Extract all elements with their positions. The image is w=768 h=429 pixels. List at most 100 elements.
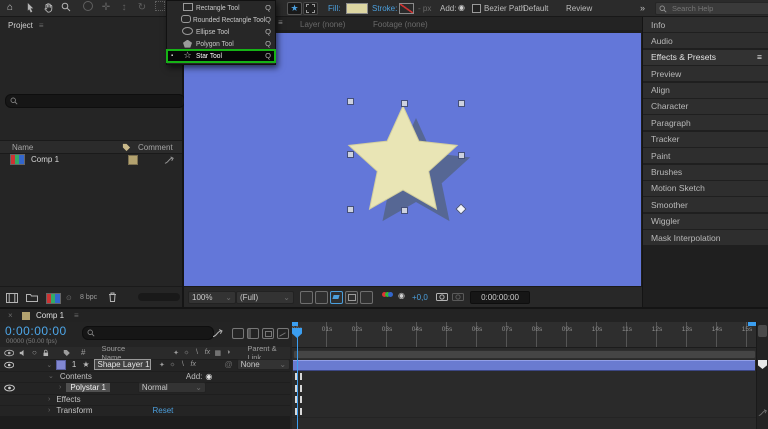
selection-handle-bottom-left[interactable] xyxy=(347,206,354,213)
project-search-box[interactable] xyxy=(5,94,185,108)
panel-tab-audio[interactable]: Audio xyxy=(643,33,768,48)
snapshot-camera-icon[interactable] xyxy=(436,292,448,301)
project-item-comp1[interactable]: Comp 1 xyxy=(0,153,182,166)
panel-tab-smoother[interactable]: Smoother xyxy=(643,197,768,212)
selection-tool-icon[interactable] xyxy=(22,1,38,14)
selection-handle-bottom-mid[interactable] xyxy=(401,207,408,214)
zoom-tool-icon[interactable] xyxy=(58,1,74,14)
keyframe-out-marker[interactable] xyxy=(300,385,302,392)
orbit-camera-tool-icon[interactable] xyxy=(80,1,96,14)
stroke-label[interactable]: Stroke: xyxy=(372,4,397,13)
add-menu-icon[interactable]: ◉ xyxy=(458,3,465,12)
label-column-icon[interactable] xyxy=(122,143,131,152)
frame-blending-toggle[interactable] xyxy=(262,328,274,339)
new-composition-icon[interactable] xyxy=(46,293,61,304)
tab-footage-none[interactable]: Footage (none) xyxy=(373,20,428,29)
layer-fx-switch[interactable]: fx xyxy=(188,361,198,368)
tool-creates-shape-toggle[interactable]: ★ xyxy=(287,2,302,15)
pan-camera-tool-icon[interactable]: ✛ xyxy=(98,1,114,14)
hand-tool-icon[interactable] xyxy=(40,1,56,14)
stroke-color-swatch[interactable] xyxy=(399,3,414,14)
dolly-camera-tool-icon[interactable]: ↕ xyxy=(116,1,132,14)
selection-handle-top-left[interactable] xyxy=(347,98,354,105)
label-color-chip[interactable] xyxy=(128,155,138,165)
panel-tab-info[interactable]: Info xyxy=(643,17,768,32)
selection-handle-mid-left[interactable] xyxy=(347,151,354,158)
zoom-fit-icon[interactable] xyxy=(758,408,768,417)
work-area-start-marker[interactable] xyxy=(292,322,298,326)
show-snapshot-icon[interactable] xyxy=(452,292,464,301)
project-scrollbar[interactable] xyxy=(138,293,180,301)
shy-layers-toggle[interactable] xyxy=(247,328,259,339)
viewer-panel-menu-icon[interactable]: ≡ xyxy=(278,18,283,27)
panel-menu-icon[interactable]: ≡ xyxy=(757,52,762,62)
polystar-expander-icon[interactable]: › xyxy=(59,384,61,391)
timeline-search-input[interactable] xyxy=(95,325,199,342)
timeline-search-box[interactable] xyxy=(82,326,214,340)
timeline-panel-menu-icon[interactable]: ≡ xyxy=(74,311,79,320)
polystar-visibility-eye-icon[interactable] xyxy=(4,384,15,392)
keyframe-out-marker[interactable] xyxy=(300,373,302,380)
magnification-dropdown[interactable]: 100%⌄ xyxy=(188,291,236,304)
contents-expander-icon[interactable]: ⌄ xyxy=(48,372,54,380)
color-depth-icon[interactable]: ⊙ xyxy=(66,294,72,302)
polystar-label[interactable]: Polystar 1 xyxy=(66,383,110,392)
time-ruler[interactable]: 00s 01s 02s 03s 04s 05s 06s 07s 08s 09s … xyxy=(292,322,756,348)
color-depth-label[interactable]: 8 bpc xyxy=(80,294,97,301)
column-name[interactable]: Name xyxy=(12,143,33,152)
graph-editor-toggle[interactable] xyxy=(277,328,289,339)
keyframe-out-marker[interactable] xyxy=(300,408,302,415)
home-icon[interactable]: ⌂ xyxy=(2,1,18,14)
workspace-overflow-icon[interactable]: » xyxy=(640,3,645,13)
selection-handle-top-mid[interactable] xyxy=(401,100,408,107)
effects-expander-icon[interactable]: › xyxy=(48,396,50,403)
panel-tab-wiggler[interactable]: Wiggler xyxy=(643,214,768,229)
layer-duration-bar[interactable] xyxy=(293,360,755,371)
transform-label[interactable]: Transform xyxy=(56,406,92,415)
flowchart-icon[interactable] xyxy=(164,155,175,165)
panel-tab-paragraph[interactable]: Paragraph xyxy=(643,115,768,130)
region-of-interest-toggle[interactable] xyxy=(345,291,358,304)
new-folder-icon[interactable] xyxy=(26,293,38,302)
panel-tab-character[interactable]: Character xyxy=(643,99,768,114)
selection-handle-mid-right[interactable] xyxy=(458,152,465,159)
comp-marker-bin-button[interactable] xyxy=(758,325,767,337)
draft-3d-toggle[interactable] xyxy=(232,328,244,339)
transform-reset-link[interactable]: Reset xyxy=(153,406,174,415)
layer-shy-switch[interactable]: ✦ xyxy=(157,361,167,369)
selection-handle-top-right[interactable] xyxy=(458,100,465,107)
panel-tab-paint[interactable]: Paint xyxy=(643,148,768,163)
project-columns-header[interactable]: Name Comment xyxy=(0,140,182,154)
solo-column-icon[interactable]: ○ xyxy=(32,348,37,357)
search-help-box[interactable] xyxy=(655,2,768,15)
contents-label[interactable]: Contents xyxy=(60,372,92,381)
rotation-tool-icon[interactable]: ↻ xyxy=(134,1,150,14)
search-help-input[interactable] xyxy=(670,3,764,14)
parent-link-dropdown[interactable]: None⌄ xyxy=(237,359,290,370)
timeline-tab-title[interactable]: Comp 1 xyxy=(36,311,64,320)
timeline-tab-close-icon[interactable]: × xyxy=(8,311,13,320)
mini-flowchart-icon[interactable] xyxy=(212,328,224,338)
viewer-timecode[interactable]: 0:00:00:00 xyxy=(470,291,530,304)
keyframe-out-marker[interactable] xyxy=(300,396,302,403)
bezier-path-checkbox[interactable] xyxy=(472,4,481,13)
interpret-footage-icon[interactable] xyxy=(6,293,18,303)
column-number[interactable]: # xyxy=(81,348,85,357)
workspace-review[interactable]: Review xyxy=(566,4,592,13)
menu-item-polygon-tool[interactable]: Polygon Tool Q xyxy=(167,38,275,50)
comp-marker-icon[interactable] xyxy=(758,360,767,369)
resolution-gear-icon[interactable]: ◉ xyxy=(398,291,405,300)
panel-tab-motion-sketch[interactable]: Motion Sketch xyxy=(643,181,768,196)
contents-add-icon[interactable]: ◉ xyxy=(205,372,212,381)
composition-canvas[interactable] xyxy=(184,33,641,286)
tool-creates-mask-toggle[interactable] xyxy=(303,2,318,15)
project-panel-menu-icon[interactable]: ≡ xyxy=(39,21,44,30)
panel-tab-tracker[interactable]: Tracker xyxy=(643,132,768,147)
shape-path-visibility-toggle[interactable] xyxy=(330,291,343,304)
star-shape[interactable] xyxy=(184,33,641,286)
column-comment[interactable]: Comment xyxy=(138,143,173,152)
panel-tab-brushes[interactable]: Brushes xyxy=(643,165,768,180)
panel-tab-effects-presets[interactable]: Effects & Presets ≡ xyxy=(643,50,768,65)
current-timecode[interactable]: 0:00:00:00 xyxy=(5,324,67,338)
resolution-dropdown[interactable]: (Full)⌄ xyxy=(236,291,294,304)
